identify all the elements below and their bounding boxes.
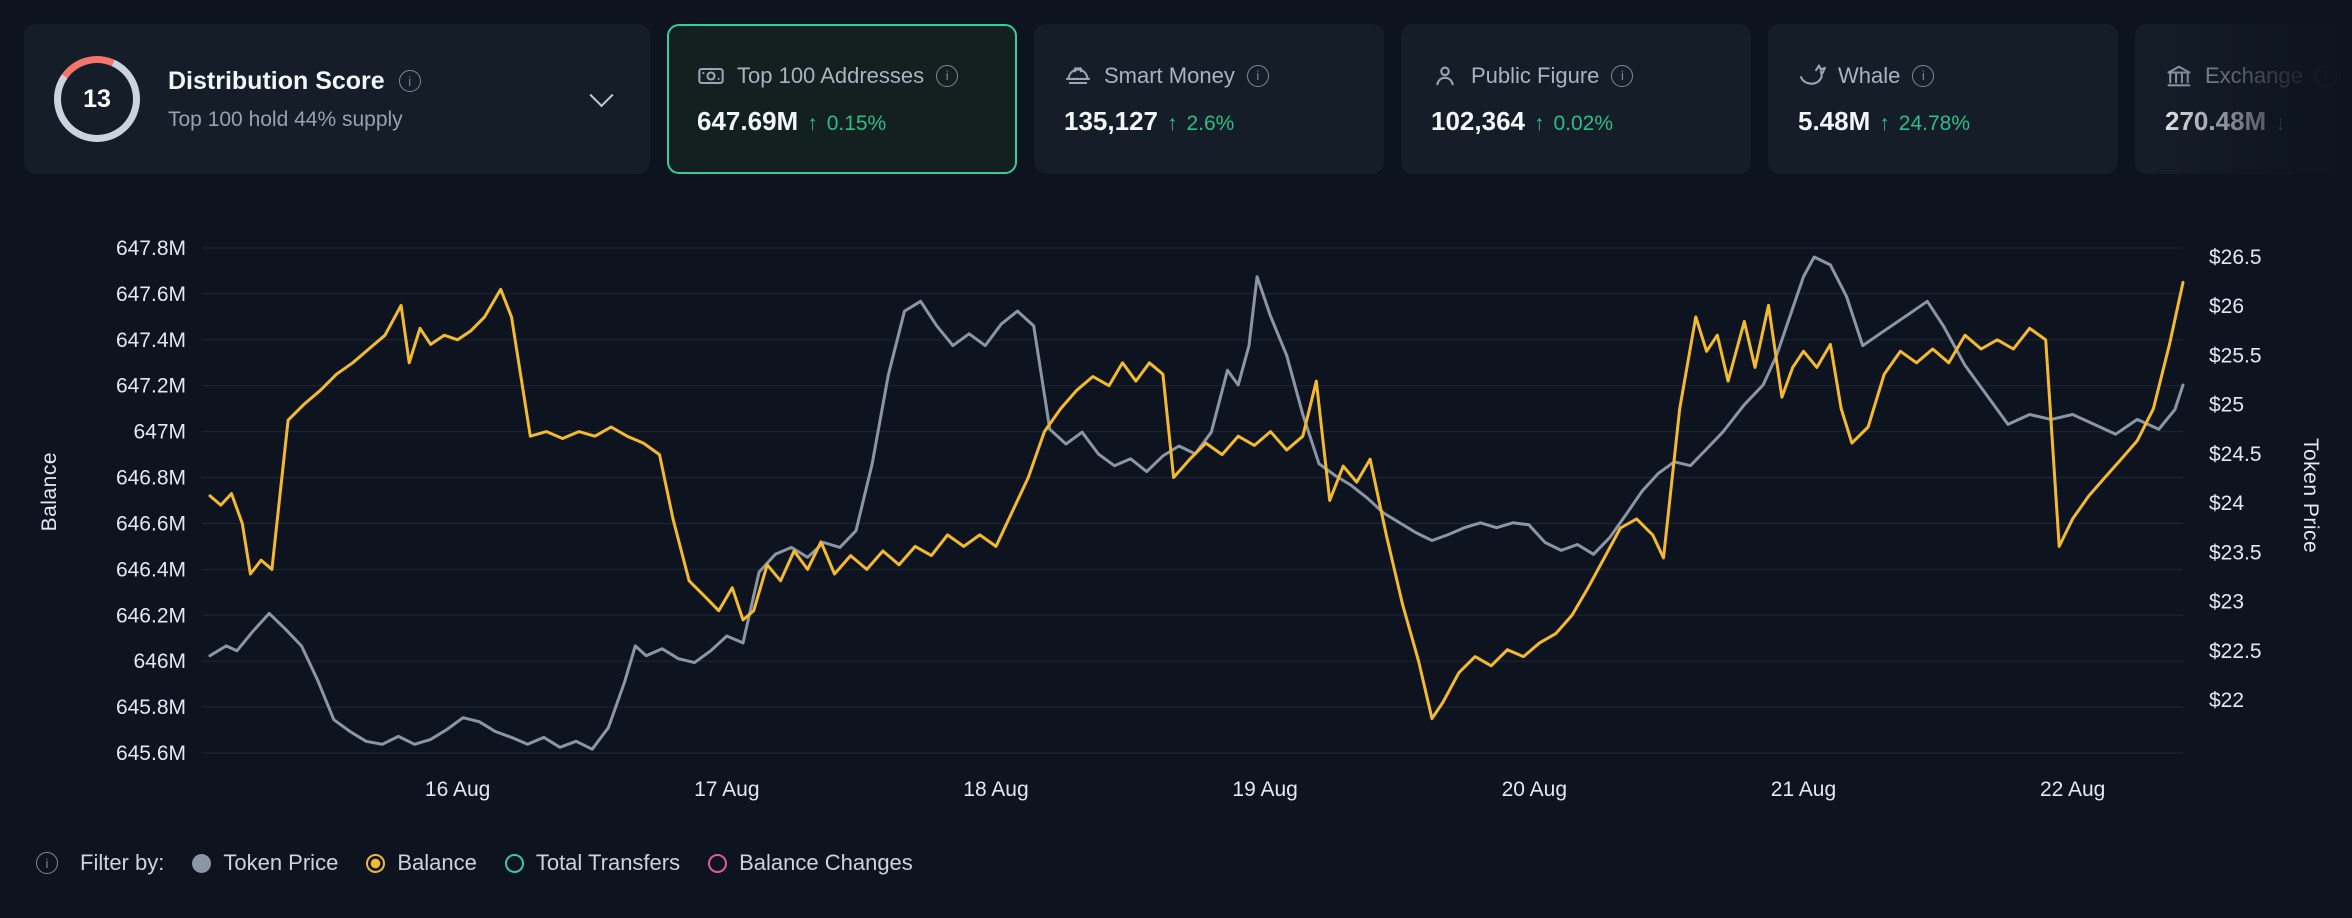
- x-axis-tick: 21 Aug: [1771, 778, 1836, 801]
- distribution-score-text: Distribution Score Top 100 hold 44% supp…: [168, 67, 421, 132]
- stat-card-smart-money[interactable]: Smart Money 135,127 ↑ 2.6%: [1034, 24, 1384, 174]
- right-axis-tick: $23.5: [2209, 541, 2262, 564]
- total-transfers-marker-icon: [505, 854, 524, 873]
- smart-money-icon: [1064, 62, 1092, 90]
- banknote-icon: [697, 62, 725, 90]
- info-icon[interactable]: [936, 65, 958, 87]
- left-axis-tick: 646.4M: [116, 558, 186, 581]
- right-axis-tick: $24: [2209, 492, 2244, 515]
- legend-token-price[interactable]: Token Price: [192, 850, 338, 876]
- left-axis-tick: 646.6M: [116, 512, 186, 535]
- stat-label: Whale: [1838, 63, 1900, 89]
- chart-canvas: 647.8M 647.6M 647.4M 647.2M 647M 646.8M 646.6M…: [0, 210, 2352, 830]
- filter-bar: Filter by: Token Price Balance Total Tra…: [36, 850, 913, 876]
- stat-card-whale[interactable]: Whale 5.48M ↑ 24.78%: [1768, 24, 2118, 174]
- arrow-down-icon: ↓: [2275, 112, 2286, 136]
- x-axis-tick: 18 Aug: [963, 778, 1028, 801]
- info-icon[interactable]: [36, 852, 58, 874]
- legend-label: Balance: [397, 850, 477, 876]
- legend-balance-changes[interactable]: Balance Changes: [708, 850, 913, 876]
- right-axis-tick: $23: [2209, 591, 2244, 614]
- left-axis-tick: 647.2M: [116, 375, 186, 398]
- info-icon[interactable]: [1611, 65, 1633, 87]
- stat-change: 2.6%: [1186, 112, 1234, 136]
- stat-label: Exchange: [2205, 63, 2303, 89]
- arrow-up-icon: ↑: [1167, 112, 1178, 136]
- left-axis-tick: 646.2M: [116, 604, 186, 627]
- metrics-header: 13 Distribution Score Top 100 hold 44% s…: [24, 24, 2352, 174]
- left-axis-tick: 645.6M: [116, 742, 186, 765]
- series-token-price: [210, 257, 2183, 749]
- filter-by-label: Filter by:: [80, 850, 164, 876]
- arrow-up-icon: ↑: [1879, 112, 1890, 136]
- right-axis-tick: $24.5: [2209, 443, 2262, 466]
- arrow-up-icon: ↑: [807, 112, 818, 136]
- stat-label: Top 100 Addresses: [737, 63, 924, 89]
- whale-icon: [1798, 62, 1826, 90]
- balance-vs-price-chart: 647.8M 647.6M 647.4M 647.2M 647M 646.8M 646.6M…: [0, 210, 2352, 830]
- x-axis-tick: 20 Aug: [1502, 778, 1567, 801]
- balance-marker-icon: [366, 854, 385, 873]
- info-icon[interactable]: [1247, 65, 1269, 87]
- stat-value: 270.48M: [2165, 106, 2266, 137]
- right-axis-tick: $26: [2209, 295, 2244, 318]
- right-axis-tick: $22: [2209, 689, 2244, 712]
- right-axis-tick: $25: [2209, 394, 2244, 417]
- legend-total-transfers[interactable]: Total Transfers: [505, 850, 680, 876]
- stat-value: 647.69M: [697, 106, 798, 137]
- left-axis-tick: 646.8M: [116, 467, 186, 490]
- stat-change: 0.02%: [1553, 112, 1613, 136]
- legend-label: Token Price: [223, 850, 338, 876]
- info-icon[interactable]: [1912, 65, 1934, 87]
- distribution-score-gauge: 13: [54, 56, 140, 142]
- series-balance: [210, 282, 2183, 718]
- left-axis-title: Balance: [38, 452, 62, 531]
- token-price-marker-icon: [192, 854, 211, 873]
- legend-label: Total Transfers: [536, 850, 680, 876]
- x-axis-tick: 22 Aug: [2040, 778, 2105, 801]
- stat-card-exchange[interactable]: Exchange 270.48M ↓: [2135, 24, 2352, 174]
- right-axis-tick: $22.5: [2209, 640, 2262, 663]
- distribution-score-value: 13: [61, 63, 133, 135]
- distribution-score-subtitle: Top 100 hold 44% supply: [168, 108, 421, 132]
- stat-change: 0.15%: [827, 112, 887, 136]
- exchange-bank-icon: [2165, 62, 2193, 90]
- stat-value: 135,127: [1064, 106, 1158, 137]
- x-axis-tick: 16 Aug: [425, 778, 490, 801]
- info-icon[interactable]: [399, 70, 421, 92]
- right-axis-title: Token Price: [2298, 438, 2322, 553]
- left-axis-tick: 647.6M: [116, 283, 186, 306]
- stat-label: Public Figure: [1471, 63, 1599, 89]
- public-figure-icon: [1431, 62, 1459, 90]
- info-icon[interactable]: [2315, 65, 2337, 87]
- distribution-score-title: Distribution Score: [168, 67, 385, 96]
- legend-balance[interactable]: Balance: [366, 850, 477, 876]
- arrow-up-icon: ↑: [1534, 112, 1545, 136]
- stat-change: 24.78%: [1899, 112, 1970, 136]
- x-axis-tick: 19 Aug: [1232, 778, 1297, 801]
- stat-label: Smart Money: [1104, 63, 1235, 89]
- stat-value: 102,364: [1431, 106, 1525, 137]
- balance-changes-marker-icon: [708, 854, 727, 873]
- right-axis-tick: $26.5: [2209, 246, 2262, 269]
- left-axis-tick: 646M: [133, 650, 186, 673]
- x-axis-tick: 17 Aug: [694, 778, 759, 801]
- left-axis-tick: 645.8M: [116, 696, 186, 719]
- legend-label: Balance Changes: [739, 850, 913, 876]
- distribution-score-card[interactable]: 13 Distribution Score Top 100 hold 44% s…: [24, 24, 650, 174]
- left-axis-tick: 647.4M: [116, 329, 186, 352]
- stat-card-public-figure[interactable]: Public Figure 102,364 ↑ 0.02%: [1401, 24, 1751, 174]
- stat-value: 5.48M: [1798, 106, 1870, 137]
- left-axis-tick: 647M: [133, 421, 186, 444]
- chevron-down-icon[interactable]: [589, 83, 613, 107]
- stat-card-top-100-addresses[interactable]: Top 100 Addresses 647.69M ↑ 0.15%: [667, 24, 1017, 174]
- right-axis-tick: $25.5: [2209, 344, 2262, 367]
- left-axis-tick: 647.8M: [116, 237, 186, 260]
